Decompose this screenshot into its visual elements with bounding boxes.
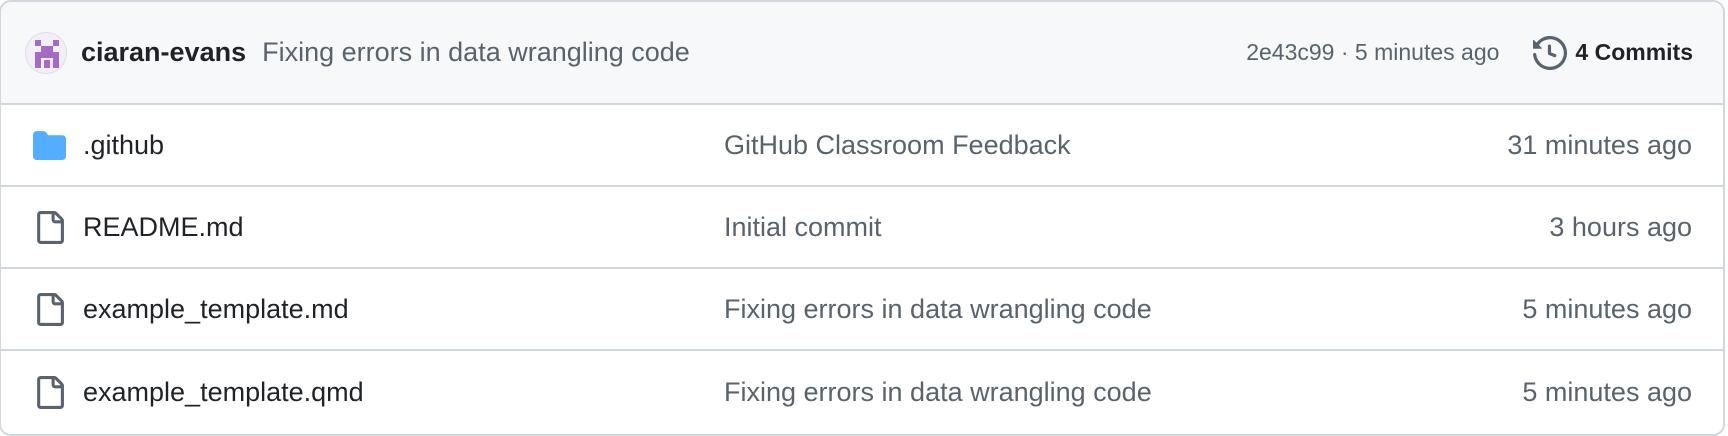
file-commit-time: 5 minutes ago: [1522, 376, 1692, 407]
file-icon: [33, 375, 66, 409]
file-row-example-template-qmd[interactable]: example_template.qmd Fixing errors in da…: [1, 351, 1723, 433]
commit-author-link[interactable]: ciaran-evans: [81, 37, 246, 68]
file-row-github[interactable]: .github GitHub Classroom Feedback 31 min…: [1, 105, 1723, 187]
commits-history-link[interactable]: 4 Commits: [1533, 35, 1693, 70]
file-name-link[interactable]: example_template.qmd: [83, 377, 364, 408]
file-row-readme[interactable]: README.md Initial commit 3 hours ago: [1, 187, 1723, 269]
file-icon: [33, 210, 66, 244]
file-commit-time: 3 hours ago: [1549, 211, 1692, 242]
file-icon: [33, 292, 66, 326]
file-commit-message-link[interactable]: Initial commit: [724, 212, 882, 243]
file-name-link[interactable]: .github: [83, 130, 164, 161]
identicon-icon: [35, 39, 59, 68]
file-commit-message-link[interactable]: GitHub Classroom Feedback: [724, 130, 1071, 161]
commit-meta-separator: ·: [1334, 39, 1355, 65]
file-name-link[interactable]: example_template.md: [83, 294, 349, 325]
file-commit-message-link[interactable]: Fixing errors in data wrangling code: [724, 377, 1152, 408]
file-row-example-template-md[interactable]: example_template.md Fixing errors in dat…: [1, 269, 1723, 351]
commit-meta: 2e43c99 · 5 minutes ago: [1246, 39, 1499, 66]
commit-hash-link[interactable]: 2e43c99: [1246, 39, 1334, 65]
history-icon: [1533, 35, 1568, 70]
commit-time: 5 minutes ago: [1354, 39, 1500, 65]
commits-count-label: 4 Commits: [1575, 39, 1693, 65]
author-avatar[interactable]: [25, 31, 67, 74]
file-commit-time: 5 minutes ago: [1522, 293, 1692, 324]
file-list-box: ciaran-evans Fixing errors in data wrang…: [0, 0, 1725, 436]
folder-icon: [33, 129, 66, 162]
file-name-link[interactable]: README.md: [83, 212, 244, 243]
latest-commit-message-link[interactable]: Fixing errors in data wrangling code: [262, 37, 690, 68]
file-commit-message-link[interactable]: Fixing errors in data wrangling code: [724, 294, 1152, 325]
file-commit-time: 31 minutes ago: [1507, 129, 1692, 160]
latest-commit-header: ciaran-evans Fixing errors in data wrang…: [1, 2, 1723, 105]
